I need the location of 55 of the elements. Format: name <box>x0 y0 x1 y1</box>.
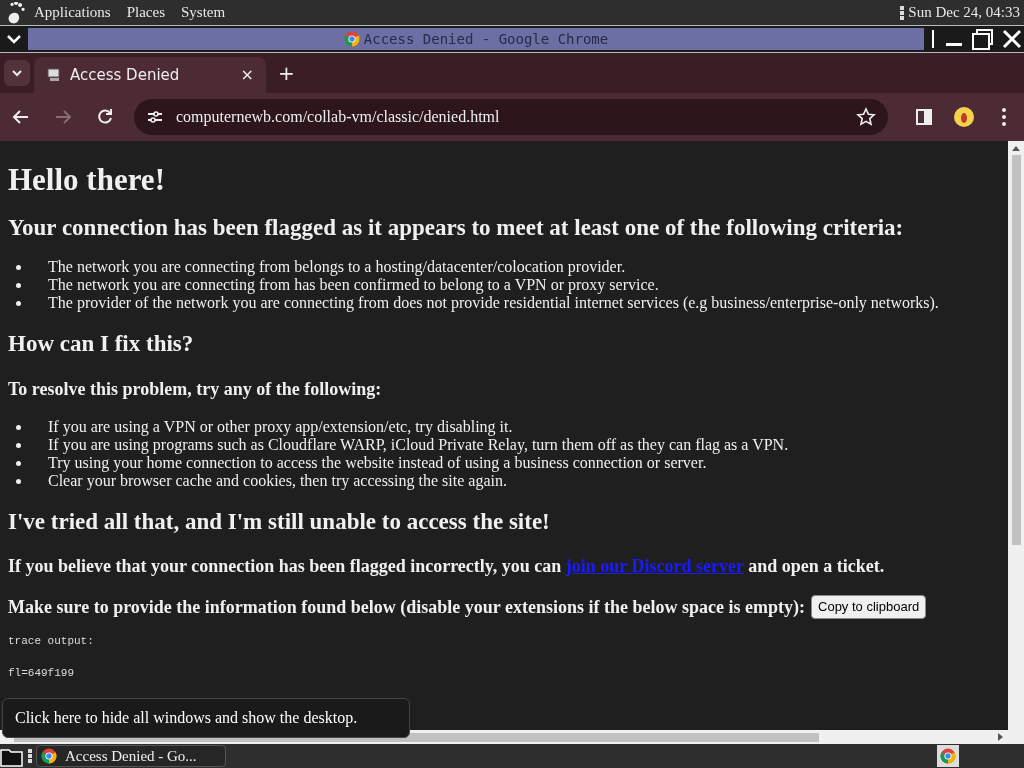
taskbar-label: Access Denied - Go... <box>65 746 197 766</box>
chrome-icon <box>343 31 360 47</box>
list-item: Clear your browser cache and cookies, then try accessing the site again. <box>48 472 507 490</box>
bullet-icon <box>16 283 21 288</box>
tray-chrome-icon[interactable] <box>937 745 959 767</box>
bullet-icon <box>16 461 21 466</box>
section-heading: How can I fix this? <box>8 330 195 358</box>
computer-icon <box>46 67 62 83</box>
clock[interactable]: Sun Dec 24, 04:33 <box>908 1 1020 24</box>
section-heading: Your connection has been flagged as it appears to meet at least one of the following criteria: <box>8 214 905 242</box>
list-item: The network you are connecting from belongs to a hosting/datacenter/colocation provider. <box>48 258 626 276</box>
star-icon[interactable] <box>856 107 876 127</box>
chrome-icon <box>41 748 57 764</box>
panel-menu[interactable]: System <box>181 1 226 24</box>
window-title: Access Denied - Google Chrome <box>363 29 609 49</box>
instruction-text: Make sure to provide the information found below (disable your extensions if the below space is empty): <box>8 596 805 619</box>
chevron-down-icon <box>11 67 23 79</box>
taskbar-item[interactable]: Access Denied - Go... <box>36 745 226 767</box>
new-tab-button[interactable]: + <box>278 58 295 88</box>
browser-tab[interactable]: Access Denied × <box>34 57 266 93</box>
handle-icon <box>900 4 905 21</box>
trace-line: fl=649f199 <box>8 666 75 681</box>
list-item: The network you are connecting from has been confirmed to belong to a VPN or proxy service. <box>48 276 659 294</box>
list-item: Try using your home connection to access the website instead of using a business connection or server. <box>48 454 707 472</box>
url-text: computernewb.com/collab-vm/classic/denied.html <box>176 107 501 128</box>
section-heading: I've tried all that, and I'm still unable to access the site! <box>8 508 551 536</box>
maximize-icon[interactable] <box>970 27 996 51</box>
vertical-scrollbar[interactable] <box>1008 141 1024 730</box>
bullet-icon <box>16 425 21 430</box>
bullet-icon <box>16 301 21 306</box>
tooltip: Click here to hide all windows and show the desktop. <box>2 698 410 738</box>
page-heading: Hello there! <box>8 161 166 199</box>
subheading: To resolve this problem, try any of the following: <box>8 378 383 401</box>
handle-icon <box>28 748 32 764</box>
list-item: If you are using a VPN or other proxy app/extension/etc, try disabling it. <box>48 418 513 436</box>
close-icon[interactable] <box>1000 27 1024 51</box>
bullet-icon <box>16 265 21 270</box>
address-bar[interactable]: computernewb.com/collab-vm/classic/denied.html <box>134 99 888 135</box>
bullet-icon <box>16 479 21 484</box>
scroll-right-icon[interactable] <box>996 733 1004 741</box>
chrome-icon <box>940 748 956 764</box>
copy-button[interactable]: Copy to clipboard <box>811 595 927 619</box>
list-item: The provider of the network you are connecting from does not provide residential internet services (e.g business/enterprise-only networks). <box>48 294 939 312</box>
bullet-icon <box>16 443 21 448</box>
panel-menu[interactable]: Applications <box>34 1 111 24</box>
tab-list-button[interactable] <box>4 60 30 86</box>
tab-close[interactable]: × <box>240 63 254 87</box>
list-item: If you are using programs such as Cloudflare WARP, iCloud Private Relay, turn them off as they can flag as a VPN. <box>48 436 789 454</box>
discord-paragraph: If you believe that your connection has been flagged incorrectly, you can join our Discord server and open a ticket. <box>8 555 886 578</box>
panel-menu[interactable]: Places <box>126 1 165 24</box>
scrollbar-thumb[interactable] <box>1011 155 1021 545</box>
trace-line: trace output: <box>8 634 95 649</box>
tune-icon[interactable] <box>146 108 164 126</box>
tab-title: Access Denied <box>70 64 181 86</box>
profile-icon[interactable] <box>952 105 976 129</box>
